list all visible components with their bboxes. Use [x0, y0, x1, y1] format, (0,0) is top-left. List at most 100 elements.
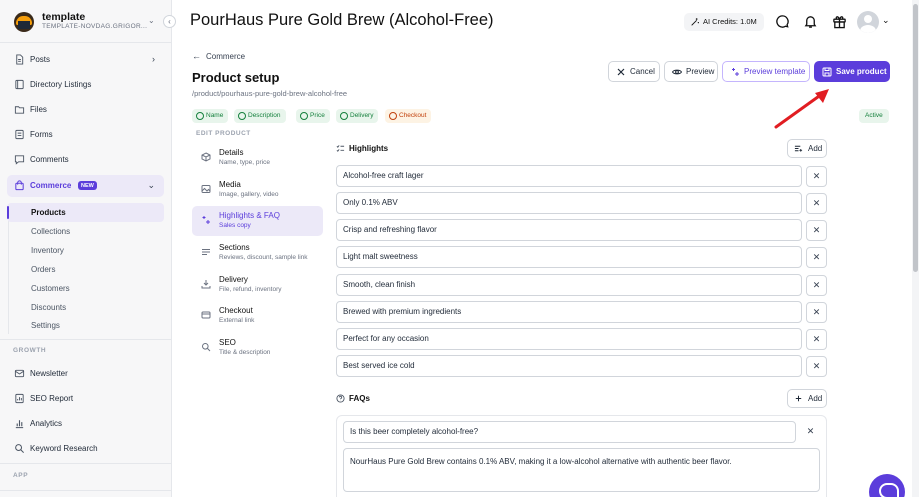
save-product-button[interactable]: Save product: [814, 61, 890, 82]
sidebar-item-label: Directory Listings: [30, 80, 92, 89]
close-icon: ✕: [812, 361, 821, 371]
step-title: Highlights & FAQ: [219, 211, 280, 220]
image-icon: [201, 185, 211, 193]
sidebar-sub-customers[interactable]: Customers: [7, 279, 164, 298]
remove-highlight-button[interactable]: ✕: [806, 329, 827, 350]
step-subtitle: Title & description: [219, 349, 271, 356]
sidebar-item-seo-report[interactable]: SEO Report: [7, 388, 164, 410]
book-icon: [15, 79, 24, 90]
remove-highlight-button[interactable]: ✕: [806, 220, 827, 241]
chip-label: Delivery: [350, 112, 374, 119]
remove-faq-button[interactable]: ✕: [800, 422, 821, 443]
remove-highlight-button[interactable]: ✕: [806, 247, 827, 268]
remove-highlight-button[interactable]: ✕: [806, 275, 827, 296]
help-circle-icon: [336, 394, 345, 403]
sidebar-sub-inventory[interactable]: Inventory: [7, 241, 164, 260]
sidebar-item-forms[interactable]: Forms: [7, 124, 164, 146]
step-delivery[interactable]: Delivery File, refund, inventory: [192, 270, 323, 300]
workspace-logo: [14, 12, 34, 32]
shopping-bag-icon: [15, 180, 24, 191]
preview-button[interactable]: Preview: [664, 61, 718, 82]
sidebar-sub-collections[interactable]: Collections: [7, 222, 164, 241]
divider: [0, 463, 171, 464]
step-sections[interactable]: Sections Reviews, discount, sample link: [192, 238, 323, 268]
sidebar-sub-products[interactable]: Products: [7, 203, 164, 222]
edit-product-label: EDIT PRODUCT: [196, 130, 251, 137]
sidebar-item-directory-listings[interactable]: Directory Listings: [7, 74, 164, 96]
step-media[interactable]: Media Image, gallery, video: [192, 175, 323, 205]
sidebar-item-analytics[interactable]: Analytics: [7, 413, 164, 435]
sidebar-sub-settings[interactable]: Settings: [7, 316, 164, 335]
sidebar-item-commerce[interactable]: Commerce NEW ⌄: [7, 175, 164, 197]
support-chat-button[interactable]: [869, 474, 905, 497]
close-icon: ✕: [806, 426, 815, 436]
sidebar-sub-label: Settings: [31, 321, 60, 330]
close-icon: ✕: [812, 307, 821, 317]
highlight-input[interactable]: Light malt sweetness: [336, 246, 802, 268]
sidebar-item-label: Keyword Research: [30, 444, 98, 453]
step-highlights-faq[interactable]: Highlights & FAQ Sales copy: [192, 206, 323, 236]
chip-label: Name: [206, 112, 224, 119]
step-seo[interactable]: SEO Title & description: [192, 333, 323, 363]
back-to-commerce-link[interactable]: ← Commerce: [192, 51, 245, 61]
close-icon: ✕: [812, 225, 821, 235]
preview-template-label: Preview template: [744, 67, 806, 76]
bell-icon[interactable]: [803, 14, 818, 29]
new-badge: NEW: [78, 181, 97, 190]
highlight-input[interactable]: Crisp and refreshing flavor: [336, 219, 802, 241]
check-chip-name: Name: [192, 109, 229, 123]
sidebar: template TEMPLATE-NOVDAG.GRIGOR... ⌄ Pos…: [0, 0, 172, 497]
close-icon: ✕: [812, 334, 821, 344]
step-title: Delivery: [219, 275, 248, 284]
step-details[interactable]: Details Name, type, price: [192, 143, 323, 173]
sidebar-sub-label: Products: [31, 208, 66, 217]
workspace-switcher[interactable]: template TEMPLATE-NOVDAG.GRIGOR... ⌄: [14, 11, 164, 33]
remove-highlight-button[interactable]: ✕: [806, 356, 827, 377]
bar-chart-icon: [15, 420, 24, 429]
close-icon: [617, 68, 625, 76]
sidebar-item-newsletter[interactable]: Newsletter: [7, 363, 164, 385]
ai-credits-badge[interactable]: AI Credits: 1.0M: [684, 13, 764, 31]
highlight-input[interactable]: Perfect for any occasion: [336, 328, 802, 350]
close-icon: ✕: [812, 280, 821, 290]
cancel-button[interactable]: Cancel: [608, 61, 660, 82]
step-title: SEO: [219, 338, 236, 347]
close-icon: ✕: [812, 198, 821, 208]
gift-icon[interactable]: [832, 14, 847, 29]
sidebar-item-files[interactable]: Files: [7, 99, 164, 121]
highlight-input[interactable]: Only 0.1% ABV: [336, 192, 802, 214]
remove-highlight-button[interactable]: ✕: [806, 193, 827, 214]
sidebar-item-posts[interactable]: Posts ›: [7, 49, 164, 71]
sidebar-sub-orders[interactable]: Orders: [7, 260, 164, 279]
user-avatar[interactable]: [857, 11, 879, 33]
faq-question-input[interactable]: Is this beer completely alcohol-free?: [343, 421, 796, 443]
check-chip-description: Description: [234, 109, 286, 123]
remove-highlight-button[interactable]: ✕: [806, 302, 827, 323]
chat-icon[interactable]: [775, 14, 790, 29]
sidebar-item-comments[interactable]: Comments: [7, 149, 164, 171]
chevron-down-icon[interactable]: ⌄: [882, 15, 890, 26]
preview-template-button[interactable]: Preview template: [722, 61, 810, 82]
faq-answer-textarea[interactable]: NourHaus Pure Gold Brew contains 0.1% AB…: [343, 448, 820, 492]
highlight-input[interactable]: Smooth, clean finish: [336, 274, 802, 296]
checklist-icon: [336, 145, 345, 152]
sidebar-item-label: SEO Report: [30, 394, 74, 403]
remove-highlight-button[interactable]: ✕: [806, 166, 827, 187]
step-checkout[interactable]: Checkout External link: [192, 301, 323, 331]
sidebar-item-label: Analytics: [30, 419, 63, 428]
add-highlight-button[interactable]: Add: [787, 139, 827, 158]
chip-label: Checkout: [399, 112, 427, 119]
collapse-sidebar-button[interactable]: ‹: [163, 15, 176, 28]
highlight-input[interactable]: Alcohol-free craft lager: [336, 165, 802, 187]
sidebar-sub-discounts[interactable]: Discounts: [7, 298, 164, 317]
add-faq-button[interactable]: Add: [787, 389, 827, 408]
sparkle-icon: [732, 68, 739, 76]
card-icon: [201, 311, 211, 319]
scrollbar-thumb[interactable]: [913, 4, 918, 272]
highlight-input[interactable]: Brewed with premium ingredients: [336, 301, 802, 323]
download-icon: [201, 280, 211, 289]
sidebar-item-keyword-research[interactable]: Keyword Research: [7, 438, 164, 460]
step-subtitle: External link: [219, 317, 255, 324]
highlight-input[interactable]: Best served ice cold: [336, 355, 802, 377]
mail-icon: [14, 369, 25, 378]
